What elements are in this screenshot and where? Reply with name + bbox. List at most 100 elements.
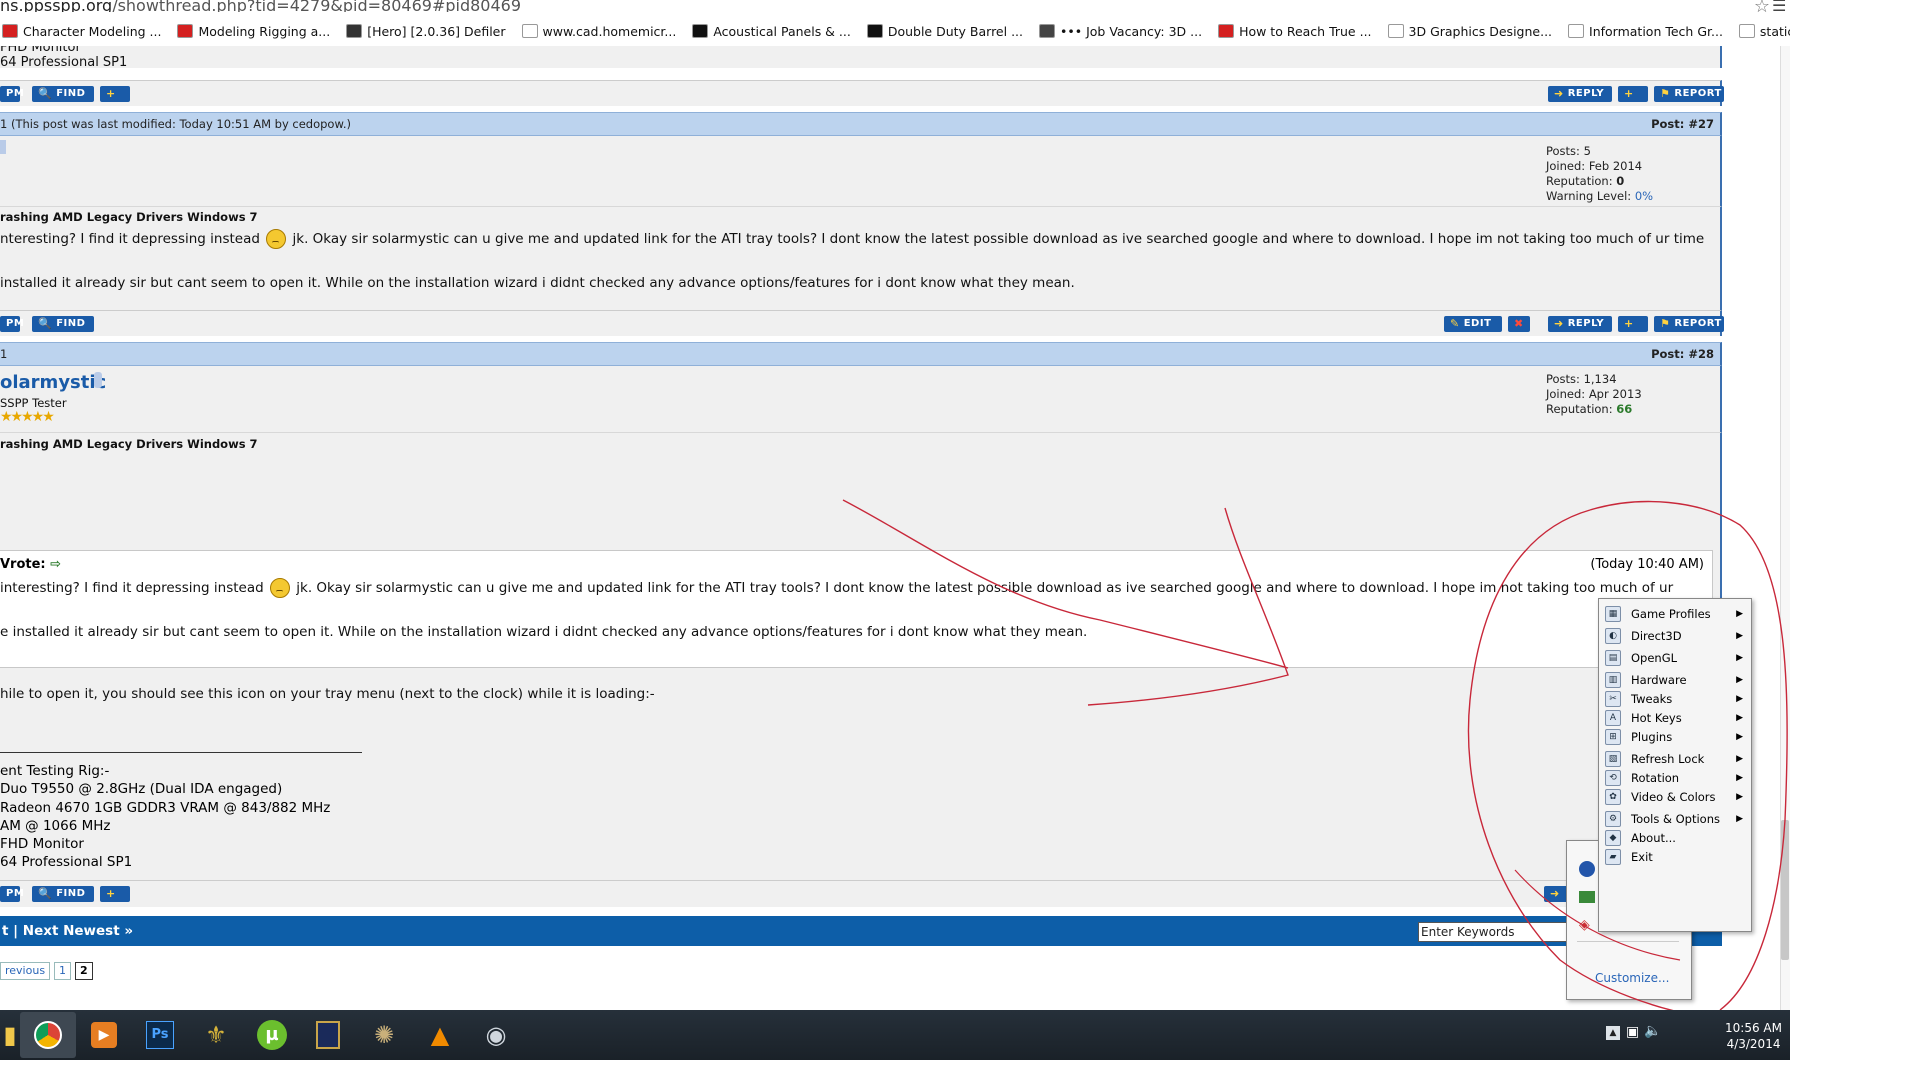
reply-icon: ➜: [1554, 87, 1564, 100]
utorrent-icon[interactable]: µ: [244, 1012, 300, 1058]
quote-add-button[interactable]: +: [1618, 316, 1648, 332]
delete-button[interactable]: ✖: [1508, 316, 1530, 332]
menu-item-direct3d[interactable]: ◐ Direct3D ▶: [1599, 625, 1751, 647]
post-buttons: PM 🔍 FIND + ➜: [0, 880, 1722, 907]
quote-text-line: e installed it already sir but cant seem…: [0, 624, 1088, 640]
current-page: 2: [75, 962, 93, 980]
clock[interactable]: 10:56 AM 4/3/2014: [1725, 1020, 1782, 1052]
tray-app-icon[interactable]: [1579, 861, 1595, 877]
submenu-arrow-icon: ▶: [1736, 609, 1743, 619]
post-number[interactable]: Post: #27: [1651, 113, 1714, 135]
add-buddy-button[interactable]: +: [100, 886, 130, 902]
reputation-value[interactable]: 66: [1616, 402, 1632, 416]
menu-item-plugins[interactable]: ⊞ Plugins ▶: [1599, 726, 1751, 748]
chrome-icon[interactable]: [20, 1012, 76, 1058]
ati-tray-tools-icon[interactable]: ◈: [1579, 917, 1590, 933]
photoshop-icon[interactable]: Ps: [132, 1012, 188, 1058]
page-1-link[interactable]: 1: [54, 962, 72, 980]
show-hidden-icons-button[interactable]: ▲: [1606, 1026, 1620, 1040]
bookmark-item[interactable]: Information Tech Gr...: [1568, 24, 1723, 39]
bookmark-item[interactable]: Modeling Rigging a...: [177, 24, 330, 39]
bookmark-item[interactable]: static.nicic.gov/Libr...: [1738, 24, 1792, 39]
pm-button[interactable]: PM: [0, 886, 24, 902]
desktop-margin: [1790, 0, 1920, 1080]
magnifier-icon: 🔍: [38, 887, 53, 900]
league-launcher-icon[interactable]: [300, 1012, 356, 1058]
post-subject: rashing AMD Legacy Drivers Windows 7: [0, 437, 258, 451]
hardware-icon: ▥: [1605, 672, 1621, 688]
search-keywords-input[interactable]: Enter Keywords: [1418, 922, 1572, 942]
submenu-arrow-icon: ▶: [1736, 754, 1743, 764]
menu-item-game-profiles[interactable]: ▦ Game Profiles ▶: [1599, 603, 1751, 625]
warning-level-link[interactable]: 0%: [1635, 189, 1653, 203]
customize-link[interactable]: Customize...: [1595, 971, 1669, 985]
author-name-link[interactable]: olarmystic: [0, 372, 106, 393]
post-number[interactable]: Post: #28: [1651, 343, 1714, 365]
bookmark-item[interactable]: www.cad.homemicr...: [521, 24, 676, 39]
post-text-line: installed it already sir but cant seem t…: [0, 275, 1075, 291]
magnifier-icon: 🔍: [38, 317, 53, 330]
report-button[interactable]: ⚑ REPORT: [1654, 316, 1724, 332]
bookmark-item[interactable]: Acoustical Panels & ...: [692, 24, 851, 39]
bookmark-item[interactable]: Double Duty Barrel ...: [866, 24, 1023, 39]
sig-line: FHD Monitor: [0, 46, 81, 55]
game-launcher-icon[interactable]: ⚜: [188, 1012, 244, 1058]
pm-button[interactable]: PM: [0, 86, 24, 102]
bookmark-item[interactable]: Character Modeling ...: [2, 24, 161, 39]
quote-timestamp: (Today 10:40 AM): [1590, 557, 1704, 572]
browser-menu-icon[interactable]: ☰: [1772, 0, 1786, 15]
reputation-value[interactable]: 0: [1616, 174, 1624, 188]
menu-item-video-colors[interactable]: ✿ Video & Colors ▶: [1599, 786, 1751, 808]
vlc-icon[interactable]: ▲: [412, 1012, 468, 1058]
find-button[interactable]: 🔍 FIND: [32, 316, 94, 332]
find-button[interactable]: 🔍 FIND: [32, 86, 94, 102]
menu-item-label: Rotation: [1631, 771, 1680, 785]
quote-add-button[interactable]: +: [1618, 86, 1648, 102]
scrollbar-thumb[interactable]: [1781, 820, 1789, 960]
menu-item-label: Tweaks: [1631, 692, 1673, 706]
tray-app-icon[interactable]: [1579, 891, 1595, 903]
next-newest-link[interactable]: t | Next Newest »: [0, 923, 133, 939]
address-bar[interactable]: ns.ppsspp.org/showthread.php?tid=4279&pi…: [0, 0, 1800, 12]
bookmark-item[interactable]: ••• Job Vacancy: 3D ...: [1039, 24, 1202, 39]
edit-button[interactable]: ✎ EDIT: [1444, 316, 1502, 332]
user-stats: Posts: 1,134 Joined: Apr 2013 Reputation…: [1546, 372, 1642, 417]
post-text-line: nteresting? I find it depressing instead…: [0, 229, 1705, 249]
bookmark-favicon-icon: [1387, 24, 1404, 38]
bookmark-favicon-icon: [2, 24, 18, 38]
signature: ent Testing Rig:- Duo T9550 @ 2.8GHz (Du…: [0, 763, 331, 871]
settings-wheel-icon[interactable]: ✺: [356, 1012, 412, 1058]
menu-item-label: Video & Colors: [1631, 790, 1716, 804]
reply-button[interactable]: ➜ REPLY: [1548, 86, 1612, 102]
rotation-icon: ⟲: [1605, 770, 1621, 786]
previous-page-link[interactable]: revious: [0, 962, 51, 980]
url-path: /showthread.php?tid=4279&pid=80469#pid80…: [112, 0, 522, 12]
thread-nav-bar: t | Next Newest » Enter Keywords: [0, 916, 1722, 946]
view-quoted-post-icon[interactable]: ⇨: [50, 557, 61, 572]
pm-button[interactable]: PM: [0, 316, 24, 332]
bookmark-item[interactable]: How to Reach True ...: [1218, 24, 1372, 39]
bookmark-star-icon[interactable]: ☆: [1754, 0, 1770, 17]
bookmarks-bar: Character Modeling ... Modeling Rigging a…: [0, 16, 1792, 47]
user-joined: Joined: Apr 2013: [1546, 387, 1642, 401]
menu-item-label: Refresh Lock: [1631, 752, 1705, 766]
menu-item-label: OpenGL: [1631, 651, 1678, 665]
volume-icon[interactable]: 🔈: [1644, 1023, 1661, 1039]
reply-button[interactable]: ➜ REPLY: [1548, 316, 1612, 332]
report-button[interactable]: ⚑ REPORT: [1654, 86, 1724, 102]
media-player-icon[interactable]: ▶: [76, 1012, 132, 1058]
explorer-icon[interactable]: ▮: [0, 1012, 20, 1058]
reply-button[interactable]: ➜: [1544, 886, 1568, 902]
bookmark-item[interactable]: [Hero] [2.0.36] Defiler: [346, 24, 506, 39]
quote-author: Vrote: ⇨: [0, 557, 62, 572]
add-buddy-button[interactable]: +: [100, 86, 130, 102]
online-status-icon: [94, 372, 102, 388]
bookmark-item[interactable]: 3D Graphics Designe...: [1387, 24, 1552, 39]
bookmark-favicon-icon: [177, 24, 194, 38]
network-icon[interactable]: ▣: [1626, 1024, 1639, 1040]
menu-item-exit[interactable]: ▰ Exit: [1599, 846, 1751, 868]
find-button[interactable]: 🔍 FIND: [32, 886, 94, 902]
steam-icon[interactable]: ◉: [468, 1012, 524, 1058]
menu-item-opengl[interactable]: ▤ OpenGL ▶: [1599, 647, 1751, 669]
post-body: rashing AMD Legacy Drivers Windows 7 nte…: [0, 206, 1722, 311]
